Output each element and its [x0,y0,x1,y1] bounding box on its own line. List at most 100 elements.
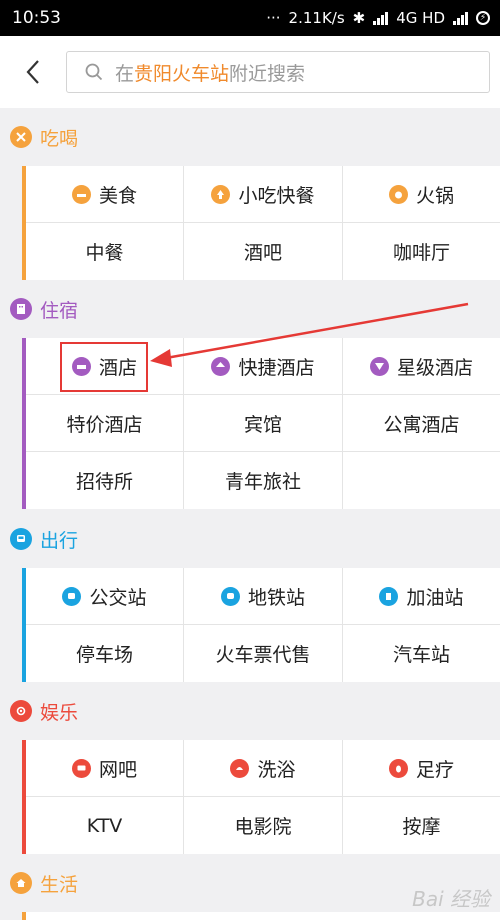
category-youth-hostel[interactable]: 青年旅社 [184,452,343,509]
status-indicators: ··· 2.11K/s ✱ 4G HD ⚡ [266,9,490,27]
category-label: 星级酒店 [396,357,473,379]
grid-row: KTV 电影院 按摩 [26,797,500,854]
category-guesthouse[interactable]: 宾馆 [184,395,343,452]
grid-row: 招待所 青年旅社 [26,452,500,509]
grid-row: 网吧 洗浴 足疗 [26,740,500,797]
category-hostel[interactable]: 招待所 [26,452,184,509]
subway-icon [220,587,240,606]
home-icon [10,872,32,894]
section-life-title: 生活 [40,873,79,896]
category-massage[interactable]: 按摩 [343,797,500,854]
category-ktv[interactable]: KTV [26,797,184,854]
grid-row: 公交站 地铁站 加油站 [26,568,500,625]
bus-icon [10,528,32,550]
foot-massage-icon [388,759,408,778]
category-label: 火锅 [415,185,454,207]
category-label: 公交站 [89,587,147,609]
category-star-hotel[interactable]: 星级酒店 [343,338,500,395]
empty-cell [343,452,500,509]
category-discount-hotel[interactable]: 特价酒店 [26,395,184,452]
category-label: 美食 [98,185,137,207]
category-train-ticket-agency[interactable]: 火车票代售 [184,625,343,682]
star-hotel-icon [369,357,389,376]
category-label: 加油站 [406,587,464,609]
gas-station-icon [379,587,399,606]
section-travel-header: 出行 [0,510,500,568]
entertainment-icon [10,700,32,722]
search-header: 在贵阳火车站 附近搜索 [0,36,500,108]
category-label: 快捷酒店 [238,357,315,379]
category-parking[interactable]: 停车场 [26,625,184,682]
category-budget-hotel[interactable]: 快捷酒店 [184,338,343,395]
category-internet-cafe[interactable]: 网吧 [26,740,184,797]
category-label: 青年旅社 [224,471,301,493]
category-label: 停车场 [75,644,133,666]
category-label: 公寓酒店 [383,414,460,436]
category-label: 按摩 [402,816,441,838]
section-travel-grid: 公交站 地铁站 加油站 停车场 火车票代售 汽车站 [22,568,500,682]
category-label: 咖啡厅 [392,242,450,264]
section-fun-grid: 网吧 洗浴 足疗 KTV 电影院 按摩 [22,740,500,854]
grid-row: 特价酒店 宾馆 公寓酒店 [26,395,500,452]
cutlery-icon [10,126,32,148]
search-suffix: 附近搜索 [229,62,306,85]
category-label: 汽车站 [392,644,450,666]
bath-icon [230,759,250,778]
bluetooth-icon: ✱ [352,9,366,27]
category-label: 电影院 [234,816,292,838]
section-fun-header: 娱乐 [0,682,500,740]
category-label: 足疗 [415,759,454,781]
back-button[interactable] [0,36,66,108]
category-chinese-food[interactable]: 中餐 [26,223,184,280]
search-input[interactable]: 在贵阳火车站 附近搜索 [66,51,490,93]
internet-cafe-icon [71,759,91,778]
category-label: 火车票代售 [215,644,311,666]
category-label: KTV [86,814,123,837]
status-time: 10:53 [12,8,61,28]
category-label: 特价酒店 [66,414,143,436]
search-station: 贵阳火车站 [134,62,230,85]
snack-icon [211,185,231,204]
status-bar: 10:53 ··· 2.11K/s ✱ 4G HD ⚡ [0,0,500,36]
section-eat-title: 吃喝 [40,127,79,150]
category-subway[interactable]: 地铁站 [184,568,343,625]
category-gas-station[interactable]: 加油站 [343,568,500,625]
section-stay-header: 住宿 [0,280,500,338]
category-label: 宾馆 [243,414,282,436]
grid-row: 停车场 火车票代售 汽车站 [26,625,500,682]
category-label: 招待所 [75,471,133,493]
category-cinema[interactable]: 电影院 [184,797,343,854]
category-hotpot[interactable]: 火锅 [343,166,500,223]
category-food[interactable]: 美食 [26,166,184,223]
category-bar[interactable]: 酒吧 [184,223,343,280]
category-cafe[interactable]: 咖啡厅 [343,223,500,280]
signal-icon [373,11,389,25]
network-speed: 2.11K/s [288,9,345,27]
battery-icon: ⚡ [476,11,490,25]
section-eat-header: 吃喝 [0,108,500,166]
section-fun-title: 娱乐 [40,701,79,724]
food-icon [71,185,91,204]
network-type: 4G HD [396,9,445,27]
category-snack[interactable]: 小吃快餐 [184,166,343,223]
section-eat-grid: 美食 小吃快餐 火锅 中餐 酒吧 咖啡厅 [22,166,500,280]
search-prefix: 在 [115,62,135,85]
category-label: 网吧 [98,759,137,781]
bus-stop-icon [62,587,82,606]
category-bath[interactable]: 洗浴 [184,740,343,797]
category-label: 地铁站 [247,587,305,609]
category-foot-massage[interactable]: 足疗 [343,740,500,797]
category-bus-stop[interactable]: 公交站 [26,568,184,625]
dots-icon: ··· [266,9,281,27]
budget-hotel-icon [211,357,231,376]
category-bus-station[interactable]: 汽车站 [343,625,500,682]
grid-row: 美食 小吃快餐 火锅 [26,166,500,223]
chevron-left-icon [26,60,39,84]
category-label: 小吃快餐 [238,185,315,207]
section-travel-title: 出行 [40,529,79,552]
search-icon [85,63,103,81]
category-label: 洗浴 [257,759,296,781]
baidu-watermark: Bai 经验 [412,887,490,911]
category-label: 中餐 [85,242,124,264]
category-apartment-hotel[interactable]: 公寓酒店 [343,395,500,452]
